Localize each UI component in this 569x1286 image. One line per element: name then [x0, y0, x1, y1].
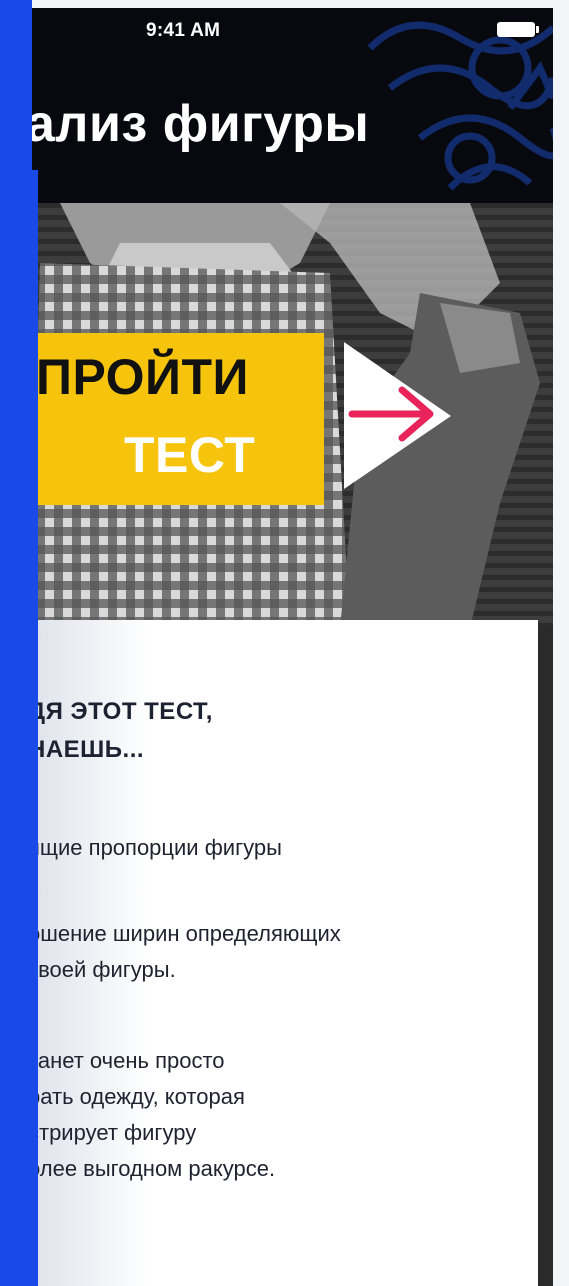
paragraph-line: ящие пропорции фигуры — [28, 835, 282, 860]
paragraph-line: олее выгодном ракурсе. — [28, 1156, 276, 1181]
battery-icon — [497, 22, 539, 37]
paragraph-line: танет очень просто — [28, 1048, 225, 1073]
phone-screen: 9:41 AM ализ фигуры ПРОЙТИ ТЕСТ ДЯ ЭТОТ … — [0, 8, 553, 1286]
card-paragraph-1: ящие пропорции фигуры — [28, 830, 528, 866]
card-heading-line: ДЯ ЭТОТ ТЕСТ, — [28, 698, 213, 725]
card-heading: ДЯ ЭТОТ ТЕСТ, НАЕШЬ... — [28, 693, 508, 769]
paragraph-line: твоей фигуры. — [28, 957, 176, 982]
left-accent-bar-edge — [6, 170, 38, 1286]
page-title: ализ фигуры — [26, 95, 370, 153]
play-arrow-icon[interactable] — [340, 338, 455, 493]
paragraph-line: ошение ширин определяющих — [28, 921, 341, 946]
card-paragraph-3: танет очень просто рать одежду, которая … — [28, 1043, 528, 1187]
paragraph-line: рать одежду, которая — [28, 1084, 245, 1109]
card-heading-line: НАЕШЬ... — [28, 736, 145, 763]
cta-label-line1[interactable]: ПРОЙТИ — [36, 348, 249, 406]
paragraph-line: стрирует фигуру — [28, 1120, 197, 1145]
status-time: 9:41 AM — [146, 20, 221, 41]
header: 9:41 AM ализ фигуры — [0, 8, 553, 203]
cta-label-line2[interactable]: ТЕСТ — [124, 426, 255, 484]
card-paragraph-2: ошение ширин определяющих твоей фигуры. — [28, 916, 528, 988]
